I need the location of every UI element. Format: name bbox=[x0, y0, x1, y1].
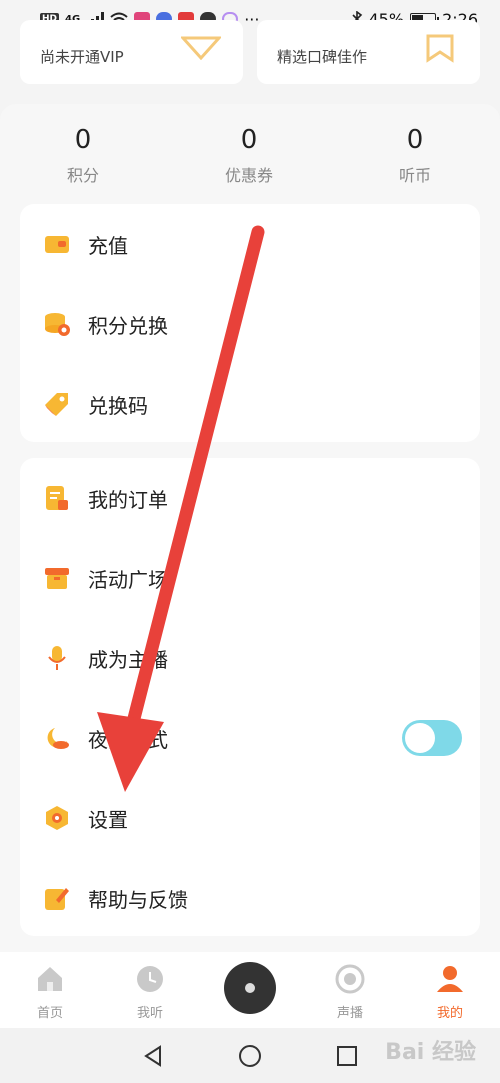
sound-icon bbox=[335, 964, 365, 994]
menu-label: 帮助与反馈 bbox=[88, 887, 188, 912]
menu-label: 我的订单 bbox=[88, 487, 168, 512]
stat-value: 0 bbox=[406, 125, 424, 155]
menu-item-help-feedback[interactable]: 帮助与反馈 bbox=[20, 858, 480, 938]
stat-label: 听币 bbox=[398, 166, 431, 185]
menu-label: 活动广场 bbox=[88, 567, 168, 592]
menu-label: 成为主播 bbox=[88, 647, 168, 672]
tab-player[interactable] bbox=[200, 952, 300, 1014]
vip-status-text: 尚未开通VIP bbox=[40, 48, 124, 66]
tab-label: 我的 bbox=[436, 1006, 463, 1021]
vip-card[interactable]: 尚未开通VIP bbox=[20, 20, 243, 84]
bookmark-icon bbox=[426, 34, 454, 63]
menu-group-wallet: 充值 积分兑换 兑换码 bbox=[20, 204, 480, 442]
menu-item-night-mode[interactable]: 夜间模式 bbox=[20, 698, 480, 778]
stat-label: 积分 bbox=[66, 166, 99, 185]
menu-label: 设置 bbox=[88, 807, 128, 832]
menu-group-services: 我的订单 活动广场 成为主播 夜间模式 设置 帮助与反馈 bbox=[20, 458, 480, 936]
menu-label: 兑换码 bbox=[88, 393, 148, 418]
user-icon bbox=[437, 966, 463, 992]
featured-card[interactable]: 精选口碑佳作 bbox=[257, 20, 480, 84]
clock-icon bbox=[137, 966, 163, 992]
gift-icon bbox=[45, 568, 69, 589]
bottom-tab-bar: 首页 我听 声播 我的 bbox=[0, 952, 500, 1028]
stat-value: 0 bbox=[240, 125, 258, 155]
menu-label: 积分兑换 bbox=[88, 313, 168, 338]
tab-label: 声播 bbox=[336, 1006, 363, 1021]
stats-row: 0 积分 0 优惠券 0 听币 bbox=[0, 120, 500, 186]
stat-points[interactable]: 0 积分 bbox=[0, 120, 166, 186]
tab-label: 首页 bbox=[36, 1006, 63, 1021]
stat-coins[interactable]: 0 听币 bbox=[332, 120, 498, 186]
tab-mine[interactable]: 我的 bbox=[400, 952, 500, 1021]
menu-item-my-orders[interactable]: 我的订单 bbox=[20, 458, 480, 538]
watermark-logo: Bai 经验 bbox=[385, 1040, 476, 1065]
microphone-icon bbox=[48, 646, 66, 670]
menu-item-activity-square[interactable]: 活动广场 bbox=[20, 538, 480, 618]
tab-home[interactable]: 首页 bbox=[0, 952, 100, 1021]
recents-icon[interactable] bbox=[336, 1045, 358, 1067]
back-icon[interactable] bbox=[142, 1044, 164, 1067]
tab-label: 我听 bbox=[136, 1006, 163, 1021]
night-mode-toggle[interactable] bbox=[402, 720, 462, 756]
menu-item-become-host[interactable]: 成为主播 bbox=[20, 618, 480, 698]
wallet-icon bbox=[45, 236, 69, 253]
edit-icon bbox=[45, 888, 69, 910]
toggle-knob bbox=[405, 723, 435, 753]
menu-label: 充值 bbox=[88, 233, 128, 258]
menu-item-points-exchange[interactable]: 积分兑换 bbox=[20, 284, 480, 364]
moon-icon bbox=[47, 728, 69, 749]
coins-icon bbox=[45, 313, 70, 336]
tab-broadcast[interactable]: 声播 bbox=[300, 952, 400, 1021]
settings-icon bbox=[46, 806, 68, 830]
menu-label: 夜间模式 bbox=[88, 727, 168, 752]
stat-label: 优惠券 bbox=[224, 166, 273, 185]
stat-coupons[interactable]: 0 优惠券 bbox=[166, 120, 332, 186]
menu-item-settings[interactable]: 设置 bbox=[20, 778, 480, 858]
stat-value: 0 bbox=[74, 125, 92, 155]
menu-item-recharge[interactable]: 充值 bbox=[20, 204, 480, 284]
menu-item-redeem-code[interactable]: 兑换码 bbox=[20, 364, 480, 444]
order-icon bbox=[46, 486, 68, 510]
home-button-icon[interactable] bbox=[238, 1044, 262, 1068]
tab-listening[interactable]: 我听 bbox=[100, 952, 200, 1021]
home-icon bbox=[38, 967, 62, 991]
diamond-icon bbox=[181, 36, 221, 60]
tag-icon bbox=[45, 393, 68, 416]
player-disc-icon bbox=[224, 962, 276, 1014]
featured-subtitle: 精选口碑佳作 bbox=[277, 48, 368, 66]
